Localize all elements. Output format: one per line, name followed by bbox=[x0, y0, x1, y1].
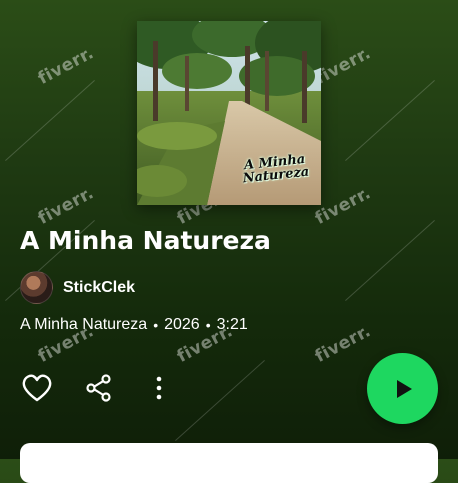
watermark-line bbox=[5, 79, 95, 162]
share-button[interactable] bbox=[82, 371, 116, 405]
share-icon bbox=[86, 374, 111, 402]
watermark-text: fiverr. bbox=[311, 183, 375, 229]
play-icon bbox=[396, 379, 412, 398]
watermark-text: fiverr. bbox=[34, 183, 98, 229]
more-vertical-icon bbox=[156, 376, 162, 400]
bottom-card[interactable] bbox=[20, 443, 438, 483]
watermark-text: fiverr. bbox=[311, 43, 375, 89]
watermark-text: fiverr. bbox=[34, 43, 98, 89]
release-year: 2026 bbox=[164, 316, 200, 333]
watermark-line bbox=[345, 219, 435, 302]
artist-row[interactable]: StickClek bbox=[20, 271, 135, 304]
meta-separator: • bbox=[153, 317, 159, 333]
heart-icon bbox=[22, 374, 52, 402]
meta-separator: • bbox=[205, 317, 211, 333]
more-options-button[interactable] bbox=[142, 371, 176, 405]
like-button[interactable] bbox=[20, 371, 54, 405]
play-button[interactable] bbox=[367, 353, 438, 424]
album-name: A Minha Natureza bbox=[20, 316, 148, 333]
song-title: A Minha Natureza bbox=[20, 226, 271, 255]
album-cover-title: A Minha Natureza bbox=[241, 152, 310, 187]
artist-name[interactable]: StickClek bbox=[63, 279, 135, 297]
watermark-line bbox=[345, 79, 435, 162]
album-cover: A Minha Natureza bbox=[137, 21, 321, 205]
watermark-text: fiverr. bbox=[311, 321, 375, 367]
song-meta: A Minha Natureza • 2026 • 3:21 bbox=[20, 316, 248, 334]
song-duration: 3:21 bbox=[216, 316, 248, 333]
artist-avatar[interactable] bbox=[20, 271, 53, 304]
